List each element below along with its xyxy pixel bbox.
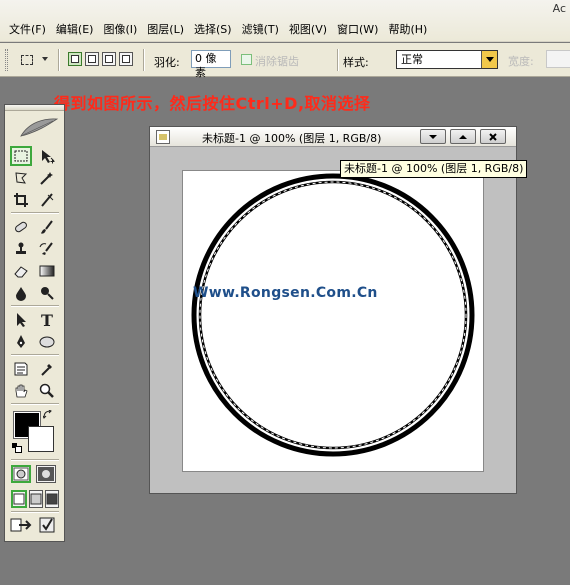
document-title: 未标题-1 @ 100% (图层 1, RGB/8) <box>202 132 382 145</box>
menu-items: 文件(F) 编辑(E) 图像(I) 图层(L) 选择(S) 滤镜(T) 视图(V… <box>4 23 432 37</box>
screen-mode-full-menu-button[interactable] <box>29 490 43 508</box>
document-icon <box>156 130 170 144</box>
crop-icon[interactable] <box>10 190 32 210</box>
magic-wand-icon[interactable] <box>36 168 58 188</box>
document-titlebar[interactable]: 未标题-1 @ 100% (图层 1, RGB/8) <box>150 127 516 147</box>
style-label: 样式: <box>343 56 369 69</box>
menu-image[interactable]: 图像(I) <box>98 23 142 37</box>
hand-icon[interactable] <box>10 381 32 401</box>
toolbox-separator <box>11 403 59 405</box>
brush-icon[interactable] <box>36 217 58 237</box>
notes-icon[interactable] <box>10 359 32 379</box>
toolbox: T <box>4 104 65 542</box>
rect-marquee-icon[interactable] <box>10 146 32 166</box>
feather-logo-icon[interactable] <box>19 116 59 138</box>
path-select-icon[interactable] <box>10 310 32 330</box>
app-title: Ac <box>552 2 566 15</box>
quick-mask-button[interactable] <box>36 465 56 483</box>
toolbox-separator <box>11 459 59 461</box>
ellipse-shape-icon[interactable] <box>36 332 58 352</box>
toolbox-separator <box>11 511 59 513</box>
menu-select[interactable]: 选择(S) <box>189 23 237 37</box>
toolbox-header[interactable] <box>5 105 64 111</box>
background-color-swatch[interactable] <box>28 426 54 452</box>
pen-icon[interactable] <box>10 332 32 352</box>
toolbox-separator <box>11 212 59 214</box>
rect-marquee-icon[interactable] <box>18 51 36 69</box>
antialias-checkbox[interactable] <box>241 54 252 65</box>
lasso-icon[interactable] <box>10 168 32 188</box>
menu-file[interactable]: 文件(F) <box>4 23 51 37</box>
eyedropper-icon[interactable] <box>36 359 58 379</box>
screen-mode-standard-button[interactable] <box>11 490 27 508</box>
standard-mode-button[interactable] <box>11 465 31 483</box>
healing-brush-icon[interactable] <box>10 217 32 237</box>
toolbox-separator <box>11 305 59 307</box>
maximize-button[interactable] <box>450 129 476 144</box>
toolbox-separator <box>11 354 59 356</box>
jump-to-imageready-icon[interactable] <box>10 515 32 535</box>
minimize-button[interactable] <box>420 129 446 144</box>
menu-bar: Ac 文件(F) 编辑(E) 图像(I) 图层(L) 选择(S) 滤镜(T) 视… <box>0 0 570 42</box>
options-grip[interactable] <box>5 49 8 71</box>
subtract-selection-button[interactable] <box>102 52 116 66</box>
new-selection-button[interactable] <box>68 52 82 66</box>
dodge-icon[interactable] <box>36 283 58 303</box>
document-window: 未标题-1 @ 100% (图层 1, RGB/8) <box>149 126 517 494</box>
slice-icon[interactable] <box>36 190 58 210</box>
intersect-selection-button[interactable] <box>119 52 133 66</box>
options-separator <box>143 49 145 71</box>
style-select[interactable]: 正常 <box>396 50 498 69</box>
close-button[interactable] <box>480 129 506 144</box>
imageready-icon[interactable] <box>36 515 58 535</box>
menu-filter[interactable]: 滤镜(T) <box>237 23 284 37</box>
width-input[interactable] <box>546 50 570 68</box>
instruction-text: 得到如图所示，然后按住Ctrl+D,取消选择 <box>54 94 371 113</box>
options-separator <box>337 49 339 71</box>
chevron-down-icon[interactable] <box>481 51 497 68</box>
width-label: 宽度: <box>508 55 534 68</box>
canvas-area <box>154 152 512 489</box>
blur-icon[interactable] <box>10 283 32 303</box>
tool-preset-arrow-icon[interactable] <box>42 57 48 61</box>
feather-label: 羽化: <box>154 56 180 69</box>
menu-layer[interactable]: 图层(L) <box>142 23 189 37</box>
options-separator <box>58 49 60 71</box>
swap-colors-icon[interactable] <box>42 409 53 423</box>
zoom-icon[interactable] <box>36 381 58 401</box>
move-icon[interactable] <box>36 146 58 166</box>
gradient-icon[interactable] <box>36 261 58 281</box>
document-canvas[interactable] <box>182 170 484 472</box>
antialias-label: 消除锯齿 <box>255 55 299 68</box>
style-select-value: 正常 <box>401 53 423 66</box>
eraser-icon[interactable] <box>10 261 32 281</box>
add-selection-button[interactable] <box>85 52 99 66</box>
document-title-tooltip: 未标题-1 @ 100% (图层 1, RGB/8) <box>340 160 528 178</box>
menu-help[interactable]: 帮助(H) <box>383 23 432 37</box>
type-icon[interactable]: T <box>36 310 58 330</box>
menu-window[interactable]: 窗口(W) <box>332 23 383 37</box>
feather-input[interactable]: 0 像素 <box>191 50 231 79</box>
clone-stamp-icon[interactable] <box>10 239 32 259</box>
history-brush-icon[interactable] <box>36 239 58 259</box>
watermark-text: Www.Rongsen.Com.Cn <box>193 285 378 301</box>
menu-view[interactable]: 视图(V) <box>284 23 332 37</box>
circle-ring <box>191 173 475 457</box>
default-colors-icon[interactable] <box>12 443 22 453</box>
screen-mode-full-button[interactable] <box>45 490 59 508</box>
menu-edit[interactable]: 编辑(E) <box>51 23 99 37</box>
